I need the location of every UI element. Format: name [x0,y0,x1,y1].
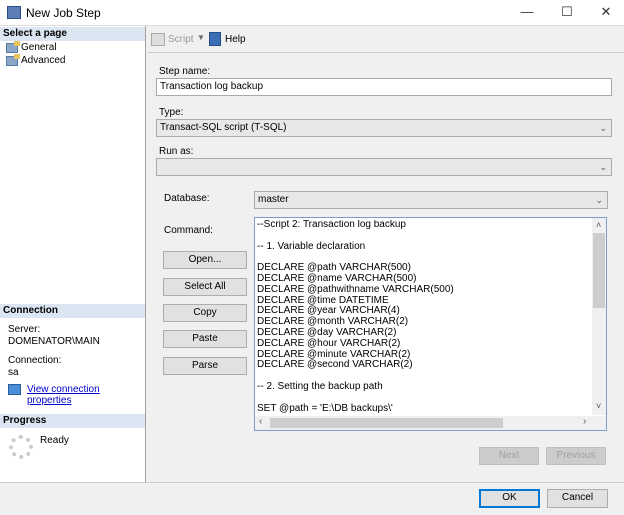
page-icon [6,53,20,66]
command-text[interactable]: --Script 2: Transaction log backup -- 1.… [257,220,591,414]
page-label: Advanced [21,55,66,66]
horizontal-scrollbar[interactable]: ‹ › [255,416,606,430]
step-name-input[interactable]: Transaction log backup [156,78,612,96]
connection-header: Connection [0,304,145,318]
parse-button[interactable]: Parse [163,357,247,375]
script-icon [151,33,165,46]
step-name-label: Step name: [159,66,211,77]
vertical-scrollbar[interactable]: ˄ ˅ [592,218,606,415]
sidebar: Select a page General Advanced Connectio… [0,26,146,482]
window-title: New Job Step [26,6,101,20]
horizontal-scroll-thumb[interactable] [270,418,503,428]
server-value: DOMENATOR\MAIN [8,336,100,347]
footer-divider [0,482,624,483]
previous-button[interactable]: Previous [546,447,606,465]
scroll-up-icon[interactable]: ˄ [596,220,601,230]
help-icon [209,32,221,46]
chevron-down-icon: ⌄ [599,123,607,133]
progress-spinner-icon [9,435,33,459]
close-button[interactable]: ✕ [589,0,623,26]
page-icon [6,40,20,53]
maximize-button[interactable]: ☐ [550,0,584,26]
connection-label: Connection: [8,355,62,366]
chevron-down-icon: ⌄ [595,195,603,205]
title-bar: New Job Step — ☐ ✕ [0,0,624,26]
command-label: Command: [164,225,213,236]
run-as-label: Run as: [159,146,194,157]
type-value: Transact-SQL script (T-SQL) [160,122,287,133]
script-button[interactable]: Script [168,34,194,45]
minimize-button[interactable]: — [510,0,544,26]
ok-button[interactable]: OK [479,489,540,508]
progress-status: Ready [40,435,69,446]
scroll-right-icon[interactable]: › [583,416,586,427]
connection-properties-icon [8,384,21,395]
database-select[interactable]: master ⌄ [254,191,608,209]
scroll-left-icon[interactable]: ‹ [259,416,262,427]
open-button[interactable]: Open... [163,251,247,269]
sidebar-item-advanced[interactable]: Advanced [6,53,66,66]
server-label: Server: [8,324,41,335]
database-value: master [258,194,289,205]
scroll-down-icon[interactable]: ˅ [596,401,601,411]
view-connection-properties-link[interactable]: View connection properties [27,384,145,406]
command-textarea[interactable]: --Script 2: Transaction log backup -- 1.… [254,217,607,431]
copy-button[interactable]: Copy [163,304,247,322]
chevron-down-icon: ⌄ [599,162,607,172]
next-button[interactable]: Next [479,447,539,465]
app-icon [7,6,21,19]
paste-button[interactable]: Paste [163,330,247,348]
toolbar: Script ▼ Help [147,27,624,53]
progress-header: Progress [0,414,145,428]
run-as-select[interactable]: ⌄ [156,158,612,176]
type-label: Type: [159,107,184,118]
cancel-button[interactable]: Cancel [547,489,608,508]
type-select[interactable]: Transact-SQL script (T-SQL) ⌄ [156,119,612,137]
help-button[interactable]: Help [225,34,246,45]
select-all-button[interactable]: Select All [163,278,247,296]
vertical-scroll-thumb[interactable] [593,233,605,308]
connection-value: sa [8,367,19,378]
sidebar-item-general[interactable]: General [6,40,57,53]
page-label: General [21,42,57,53]
chevron-down-icon[interactable]: ▼ [197,33,205,42]
database-label: Database: [164,193,210,204]
select-page-header: Select a page [0,27,145,41]
